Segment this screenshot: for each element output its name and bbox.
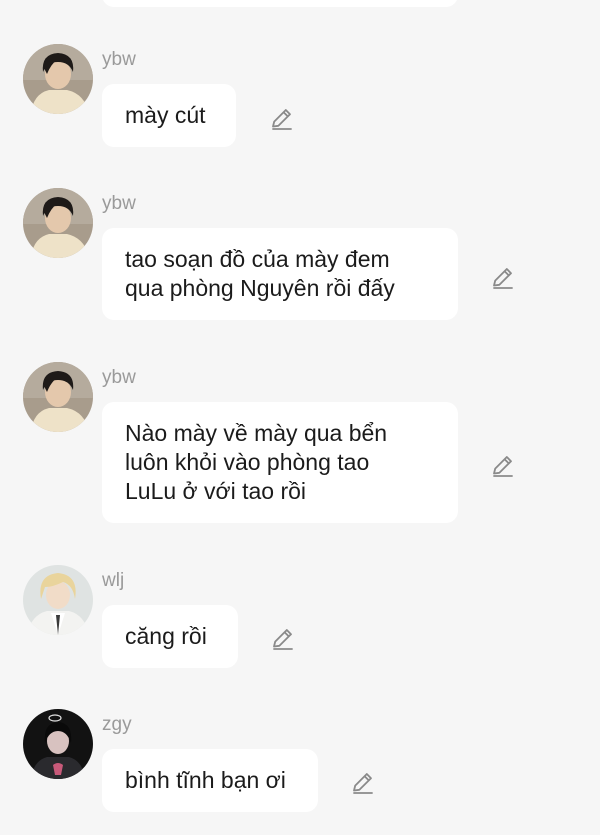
message-bubble[interactable]: căng rồi — [102, 605, 238, 668]
avatar[interactable] — [23, 188, 93, 258]
sender-name: wlj — [102, 570, 125, 591]
avatar[interactable] — [23, 565, 93, 635]
sender-name: zgy — [102, 714, 132, 735]
edit-icon[interactable] — [490, 453, 516, 479]
message-bubble[interactable]: tao soạn đồ của mày đem qua phòng Nguyên… — [102, 228, 458, 320]
previous-message-bubble — [102, 0, 458, 7]
wlj-avatar-image — [23, 565, 93, 635]
sender-name: ybw — [102, 367, 136, 388]
ybw-avatar-image — [23, 188, 93, 258]
message-bubble[interactable]: bình tĩnh bạn ơi — [102, 749, 318, 812]
edit-icon[interactable] — [270, 626, 296, 652]
edit-icon[interactable] — [269, 106, 295, 132]
avatar[interactable] — [23, 44, 93, 114]
avatar[interactable] — [23, 709, 93, 779]
zgy-avatar-image — [23, 709, 93, 779]
avatar[interactable] — [23, 362, 93, 432]
edit-icon[interactable] — [350, 770, 376, 796]
sender-name: ybw — [102, 49, 136, 70]
sender-name: ybw — [102, 193, 136, 214]
ybw-avatar-image — [23, 362, 93, 432]
ybw-avatar-image — [23, 44, 93, 114]
edit-icon[interactable] — [490, 265, 516, 291]
message-bubble[interactable]: Nào mày về mày qua bển luôn khỏi vào phò… — [102, 402, 458, 523]
message-bubble[interactable]: mày cút — [102, 84, 236, 147]
